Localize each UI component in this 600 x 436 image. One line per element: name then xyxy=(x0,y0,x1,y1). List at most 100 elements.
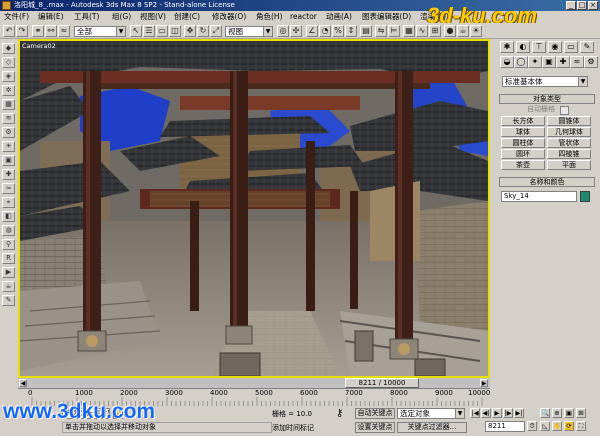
geometry-icon[interactable]: ◒ xyxy=(500,56,514,68)
bind-space-warp-icon[interactable]: ≈ xyxy=(58,25,70,37)
menu-animation[interactable]: 动画(A) xyxy=(326,11,352,23)
tab-spacewarps-icon[interactable]: ≈ xyxy=(2,183,15,194)
tab-object-icon[interactable]: ◆ xyxy=(2,43,15,54)
layer-manager-icon[interactable]: ▦ xyxy=(403,25,415,37)
link-icon[interactable]: ⚭ xyxy=(32,25,44,37)
name-color-rollout-header[interactable]: 名称和颜色 xyxy=(499,177,595,187)
undo-icon[interactable]: ↶ xyxy=(3,25,15,37)
viewport-label[interactable]: Camera02 xyxy=(22,42,56,50)
tab-dynamics-icon[interactable]: ⚙ xyxy=(2,127,15,138)
add-time-tag-label[interactable]: 添加时间标记 xyxy=(272,423,314,433)
menu-views[interactable]: 视图(V) xyxy=(140,11,166,23)
tab-rendering-icon[interactable]: ☕ xyxy=(2,281,15,292)
menu-character[interactable]: 角色(H) xyxy=(256,11,283,23)
select-by-name-icon[interactable]: ☰ xyxy=(143,25,155,37)
lights-icon[interactable]: ✦ xyxy=(528,56,542,68)
torus-button[interactable]: 圆环 xyxy=(501,149,545,159)
utilities-tab-icon[interactable]: ✎ xyxy=(580,41,594,53)
modify-tab-icon[interactable]: ◐ xyxy=(516,41,530,53)
ref-coord-dropdown[interactable]: 视图 ▼ xyxy=(225,26,273,37)
curve-editor-icon[interactable]: ∿ xyxy=(416,25,428,37)
helpers-icon[interactable]: ✚ xyxy=(556,56,570,68)
material-editor-icon[interactable]: ● xyxy=(444,25,456,37)
menu-reactor[interactable]: reactor xyxy=(290,11,317,23)
motion-tab-icon[interactable]: ◉ xyxy=(548,41,562,53)
tab-reactor-icon[interactable]: R xyxy=(2,253,15,264)
goto-end-icon[interactable]: ▶| xyxy=(514,408,524,418)
cylinder-button[interactable]: 圆柱体 xyxy=(501,138,545,148)
rect-selection-icon[interactable]: ▭ xyxy=(156,25,168,37)
tab-modifiers-icon[interactable]: ⌖ xyxy=(2,197,15,208)
cameras-icon[interactable]: ▣ xyxy=(542,56,556,68)
render-scene-icon[interactable]: ☕ xyxy=(457,25,469,37)
autogrid-checkbox[interactable] xyxy=(560,106,569,115)
menu-modifiers[interactable]: 修改器(O) xyxy=(212,11,246,23)
tab-compounds-icon[interactable]: ◈ xyxy=(2,71,15,82)
tab-nurbs-icon[interactable]: ≋ xyxy=(2,113,15,124)
select-manipulate-icon[interactable]: ✣ xyxy=(290,25,302,37)
zoom-extents-all-icon[interactable]: ⊞ xyxy=(576,408,586,418)
tab-helpers-icon[interactable]: ✚ xyxy=(2,169,15,180)
plane-button[interactable]: 平面 xyxy=(547,160,591,170)
hierarchy-tab-icon[interactable]: ⊤ xyxy=(532,41,546,53)
setkey-button[interactable]: 设置关键点 xyxy=(355,422,395,433)
tab-patch-icon[interactable]: ▦ xyxy=(2,99,15,110)
display-tab-icon[interactable]: ▭ xyxy=(564,41,578,53)
object-category-dropdown[interactable]: 标准基本体 ▼ xyxy=(502,76,588,87)
selection-set-dropdown[interactable]: 选定对象 ▼ xyxy=(397,408,465,419)
menu-create[interactable]: 创建(C) xyxy=(174,11,200,23)
percent-snap-icon[interactable]: % xyxy=(332,25,344,37)
object-type-rollout-header[interactable]: 对象类型 xyxy=(499,94,595,104)
app-icon[interactable] xyxy=(2,1,11,10)
maximize-button[interactable]: □ xyxy=(577,1,587,10)
menu-tools[interactable]: 工具(T) xyxy=(74,11,99,23)
zoom-all-icon[interactable]: ⊕ xyxy=(552,408,562,418)
create-tab-icon[interactable]: ✱ xyxy=(500,41,514,53)
orbit-icon[interactable]: ⟳ xyxy=(564,421,574,431)
time-slider-prev-icon[interactable]: ◀ xyxy=(19,379,27,387)
tab-modeling-icon[interactable]: ◧ xyxy=(2,211,15,222)
time-slider-track[interactable]: ◀ 8211 / 10000 ▶ xyxy=(18,378,490,388)
window-crossing-icon[interactable]: ◫ xyxy=(169,25,181,37)
menu-group[interactable]: 组(G) xyxy=(112,11,131,23)
menu-edit[interactable]: 编辑(E) xyxy=(38,11,64,23)
cone-button[interactable]: 圆锥体 xyxy=(547,116,591,126)
space-warps-icon[interactable]: ≈ xyxy=(570,56,584,68)
shapes-icon[interactable]: ◯ xyxy=(514,56,528,68)
pyramid-button[interactable]: 四棱锥 xyxy=(547,149,591,159)
menu-file[interactable]: 文件(F) xyxy=(4,11,29,23)
object-color-swatch[interactable] xyxy=(580,191,590,202)
selection-filter-dropdown[interactable]: 全部 ▼ xyxy=(74,26,126,37)
angle-snap-icon[interactable]: ◔ xyxy=(319,25,331,37)
schematic-view-icon[interactable]: ⊞ xyxy=(429,25,441,37)
mirror-icon[interactable]: ⇋ xyxy=(375,25,387,37)
time-config-icon[interactable]: ⏱ xyxy=(527,421,537,431)
select-rotate-icon[interactable]: ↻ xyxy=(197,25,209,37)
quick-render-icon[interactable]: ☀ xyxy=(470,25,482,37)
spinner-snap-icon[interactable]: ⇕ xyxy=(345,25,357,37)
autokey-button[interactable]: 自动关键点 xyxy=(355,408,395,419)
geosphere-button[interactable]: 几何球体 xyxy=(547,127,591,137)
named-selection-icon[interactable]: ▤ xyxy=(360,25,372,37)
time-slider-thumb[interactable]: 8211 / 10000 xyxy=(345,378,419,388)
next-frame-icon[interactable]: |▶ xyxy=(503,408,513,418)
prev-frame-icon[interactable]: ◀| xyxy=(481,408,491,418)
time-slider-next-icon[interactable]: ▶ xyxy=(480,379,488,387)
camera-viewport[interactable]: Camera02 xyxy=(18,39,490,378)
object-name-field[interactable]: Sky_14 xyxy=(501,191,577,202)
key-mode-icon[interactable]: ⚷ xyxy=(336,409,343,419)
select-object-icon[interactable]: ↖ xyxy=(130,25,142,37)
pivot-center-icon[interactable]: ◎ xyxy=(277,25,289,37)
systems-icon[interactable]: ⚙ xyxy=(584,56,598,68)
tab-particles-icon[interactable]: ✲ xyxy=(2,85,15,96)
box-button[interactable]: 长方体 xyxy=(501,116,545,126)
align-icon[interactable]: ⊨ xyxy=(388,25,400,37)
tab-cameras-icon[interactable]: ▣ xyxy=(2,155,15,166)
zoom-extents-icon[interactable]: ▣ xyxy=(564,408,574,418)
teapot-button[interactable]: 茶壶 xyxy=(501,160,545,170)
play-icon[interactable]: ▶ xyxy=(492,408,502,418)
zoom-icon[interactable]: 🔍 xyxy=(540,408,550,418)
tube-button[interactable]: 管状体 xyxy=(547,138,591,148)
maximize-viewport-icon[interactable]: ⛶ xyxy=(576,421,586,431)
sphere-button[interactable]: 球体 xyxy=(501,127,545,137)
